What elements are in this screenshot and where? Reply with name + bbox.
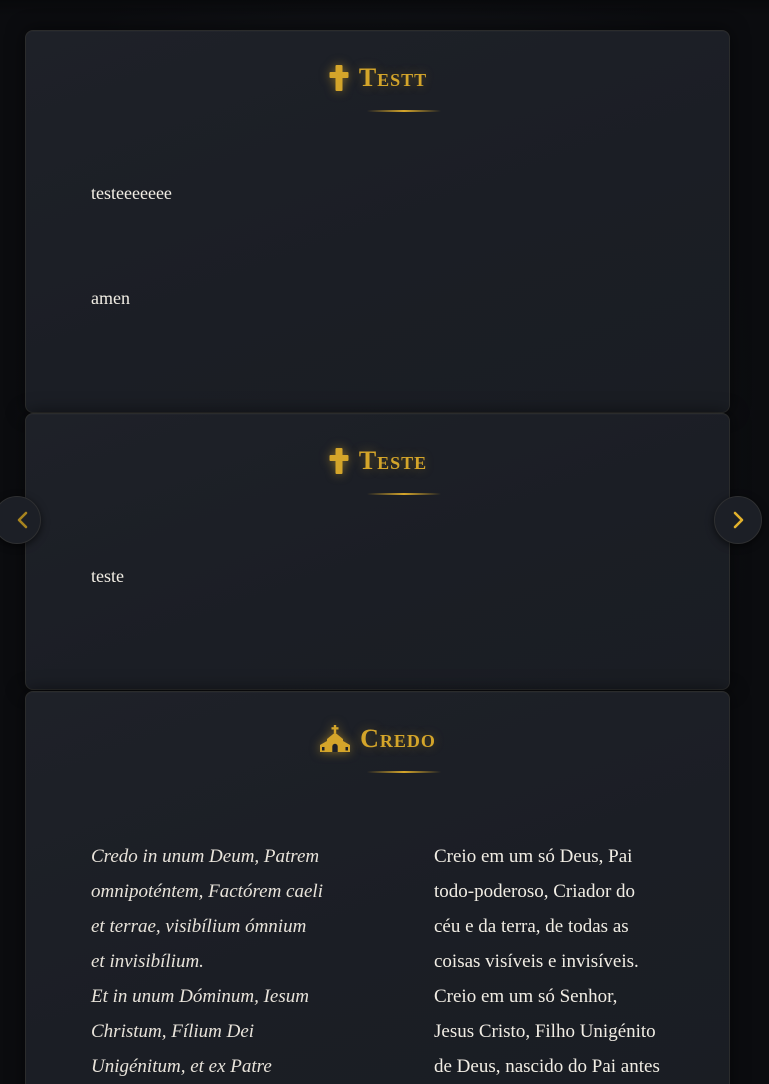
card-title: Credo xyxy=(360,724,436,753)
title-divider xyxy=(367,493,441,495)
cross-icon xyxy=(328,447,350,475)
top-fade xyxy=(0,0,769,16)
prayer-text: amen xyxy=(91,288,130,308)
card-header: Teste xyxy=(26,446,729,476)
portuguese-line: coisas visíveis e invisíveis. xyxy=(434,951,639,972)
portuguese-line: de Deus, nascido do Pai antes xyxy=(434,1056,660,1077)
portuguese-line: Creio em um só Senhor, xyxy=(434,986,618,1007)
prayer-card-credo: Credo Credo in unum Deum, Patrem omnipot… xyxy=(25,691,730,1084)
card-title: Teste xyxy=(358,446,428,475)
portuguese-line: céu e da terra, de todas as xyxy=(434,916,629,937)
latin-line: et terrae, visibílium ómnium xyxy=(91,916,307,937)
portuguese-line: Jesus Cristo, Filho Unigénito xyxy=(434,1021,656,1042)
latin-text-column: Credo in unum Deum, Patrem omnipoténtem,… xyxy=(91,839,351,1084)
latin-line: omnipoténtem, Factórem caeli xyxy=(91,881,323,902)
chevron-left-icon xyxy=(16,511,30,529)
card-title: Testt xyxy=(358,63,428,92)
next-button[interactable] xyxy=(714,496,762,544)
title-divider xyxy=(367,771,441,773)
latin-line: et invisibílium. xyxy=(91,951,204,972)
latin-line: Christum, Fílium Dei xyxy=(91,1021,255,1042)
latin-line: Unigénitum, et ex Patre xyxy=(91,1056,272,1077)
portuguese-line: todo-poderoso, Criador do xyxy=(434,881,636,902)
prayer-card-teste: Teste teste xyxy=(25,413,730,690)
prayer-text: testeeeeeee xyxy=(91,183,172,203)
card-header: Testt xyxy=(26,63,729,93)
title-divider xyxy=(367,110,441,112)
portuguese-text-column: Creio em um só Deus, Pai todo-poderoso, … xyxy=(434,839,694,1084)
latin-line: Credo in unum Deum, Patrem xyxy=(91,846,320,867)
cross-icon xyxy=(328,64,350,92)
chevron-right-icon xyxy=(731,511,745,529)
prayer-card-testt: Testt testeeeeeee amen xyxy=(25,30,730,413)
church-icon xyxy=(319,725,351,753)
card-header: Credo xyxy=(26,724,729,754)
portuguese-line: Creio em um só Deus, Pai xyxy=(434,846,633,867)
latin-line: Et in unum Dóminum, Iesum xyxy=(91,986,309,1007)
prayer-text: teste xyxy=(91,566,124,586)
